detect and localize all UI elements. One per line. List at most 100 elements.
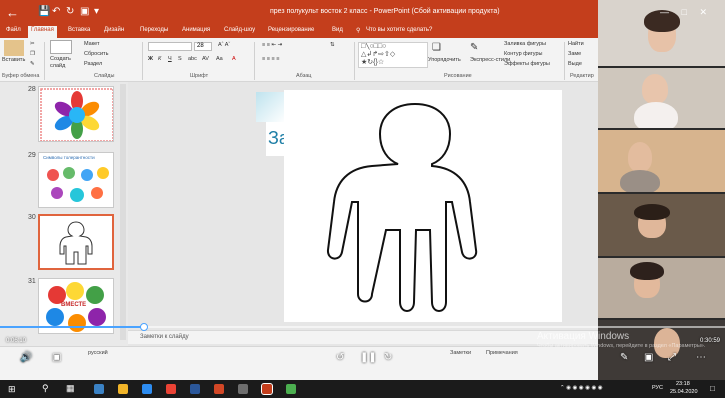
bullets-icon[interactable]: ≡ ≡ ⇤ ⇥ [262,42,282,48]
explorer-icon[interactable] [94,384,104,394]
thumbnails-scrollbar[interactable] [120,84,126,340]
tab-insert[interactable]: Вставка [68,27,90,33]
minimize-icon[interactable]: — [660,7,669,17]
participant-video-2[interactable] [598,68,725,128]
arrange-button[interactable]: Упорядочить [428,57,461,63]
format-painter-icon[interactable]: ✎ [30,61,35,67]
reset-button[interactable]: Сбросить [84,51,108,57]
change-case-button[interactable]: Aa [216,56,223,62]
subtitles-icon[interactable]: ▣ [52,352,61,363]
word-icon[interactable] [190,384,200,394]
skype-icon[interactable] [142,384,152,394]
new-slide-icon[interactable] [50,40,72,54]
char-spacing-button[interactable]: AV [202,56,209,62]
tab-review[interactable]: Рецензирование [268,27,314,33]
arrow-left-icon[interactable]: ← [6,5,19,20]
select-button[interactable]: Выде [568,61,582,67]
rewind-icon[interactable]: ↺ [336,352,344,363]
tab-animations[interactable]: Анимация [182,27,210,33]
arrange-icon[interactable]: ❏ [432,42,441,53]
shapes-gallery[interactable]: □╲○□□○ △↲↱⇨⇧◇ ★↻{}☆ [358,42,428,68]
tab-slideshow[interactable]: Слайд-шоу [224,27,255,33]
slide-thumbnail-29[interactable]: Символы толерантности [38,152,114,208]
align-icon[interactable]: ≡ ≡ ≡ ≡ [262,56,279,62]
participant-video-6[interactable] [598,320,725,380]
task-view-icon[interactable]: ▦ [66,383,75,394]
paste-button[interactable]: Вставить [2,57,25,63]
app3-icon[interactable] [286,384,296,394]
powerpoint-taskbar-icon[interactable] [261,383,273,395]
grow-font-icon[interactable]: Aˆ Aˇ [218,42,230,48]
paste-icon[interactable] [4,40,24,56]
file-manager-icon[interactable] [118,384,128,394]
close-icon[interactable]: ✕ [699,7,707,17]
quick-styles-icon[interactable]: ✎ [470,42,478,53]
shape-effects-button[interactable]: Эффекты фигуры [504,61,550,67]
maximize-icon[interactable]: □ [682,7,687,17]
font-group-label: Шрифт [190,73,209,79]
participant-shirt [620,170,660,192]
font-color-button[interactable]: A [232,56,236,62]
fullscreen-icon[interactable]: ⤢ [668,352,676,363]
person-outline-shape[interactable] [284,90,562,322]
notes-button[interactable]: Заметки [450,350,471,356]
strikethrough-button[interactable]: abc [188,56,197,62]
slide-thumbnail-30-selected[interactable] [38,214,114,270]
shadow-button[interactable]: S [178,56,182,62]
text-direction-icon[interactable]: ⇅ [330,42,335,48]
comments-button[interactable]: Примечания [486,350,518,356]
volume-icon[interactable]: 🔊 [20,352,32,363]
replace-button[interactable]: Заме [568,51,581,57]
app2-icon[interactable] [238,384,248,394]
tell-me-icon[interactable]: ⚲ [356,27,360,34]
participant-video-4[interactable] [598,194,725,256]
layout-button[interactable]: Макет [84,41,100,47]
current-slide[interactable] [284,90,562,322]
customize-qa-icon[interactable]: ▾ [94,6,99,17]
language-indicator[interactable]: русский [88,350,108,356]
copy-icon[interactable]: ❐ [30,51,35,57]
underline-button[interactable]: Ч [168,56,172,62]
section-button[interactable]: Раздел [84,61,102,67]
tab-transitions[interactable]: Переходы [140,27,168,33]
redo-icon[interactable]: ↻ [66,6,74,17]
edit-icon[interactable]: ✎ [620,352,628,363]
shape-outline-button[interactable]: Контур фигуры [504,51,542,57]
tell-me-search[interactable]: Что вы хотите сделать? [366,27,432,33]
tab-view[interactable]: Вид [332,27,343,33]
find-button[interactable]: Найти [568,41,584,47]
participant-video-5[interactable] [598,258,725,318]
save-icon[interactable]: 💾 [38,6,50,17]
new-slide-button-line2[interactable]: слайд [50,63,65,69]
clock-date[interactable]: 25.04.2020 [670,389,698,395]
slides-group-label: Слайды [94,73,115,79]
tab-design[interactable]: Дизайн [104,27,124,33]
present-icon[interactable]: ▣ [80,6,89,17]
shape-fill-button[interactable]: Заливка фигуры [504,41,546,47]
font-size-combo[interactable]: 28 [194,42,212,51]
pause-icon[interactable]: ❚❚ [360,352,377,363]
undo-icon[interactable]: ↶ [52,6,60,17]
tab-file[interactable]: Файл [6,27,21,33]
notes-placeholder[interactable]: Заметки к слайду [140,334,189,340]
font-name-combo[interactable] [148,42,192,51]
more-icon[interactable]: ⋯ [696,352,706,363]
miniplayer-icon[interactable]: ▣ [644,352,653,363]
app-icon[interactable] [214,384,224,394]
start-windows-icon[interactable]: ⊞ [8,384,16,395]
keyboard-language[interactable]: РУС [652,385,663,391]
notes-pane[interactable]: Заметки к слайду [128,330,598,344]
bold-button[interactable]: Ж [148,56,153,62]
slide-thumbnail-28[interactable] [38,86,114,142]
notifications-icon[interactable]: □ [710,384,715,393]
clock-time[interactable]: 23:18 [676,381,690,387]
new-slide-button[interactable]: Создать [50,56,71,62]
forward-icon[interactable]: ↻ [384,352,392,363]
italic-button[interactable]: К [158,56,161,62]
opera-icon[interactable] [166,384,176,394]
tab-home[interactable]: Главная [28,26,57,38]
participant-video-3[interactable] [598,130,725,192]
search-icon[interactable]: ⚲ [42,383,49,394]
cut-icon[interactable]: ✂ [30,41,35,47]
tray-icons[interactable]: ⌃ ◉ ◉ ◉ ◉ ◉ ◉ [560,385,603,391]
